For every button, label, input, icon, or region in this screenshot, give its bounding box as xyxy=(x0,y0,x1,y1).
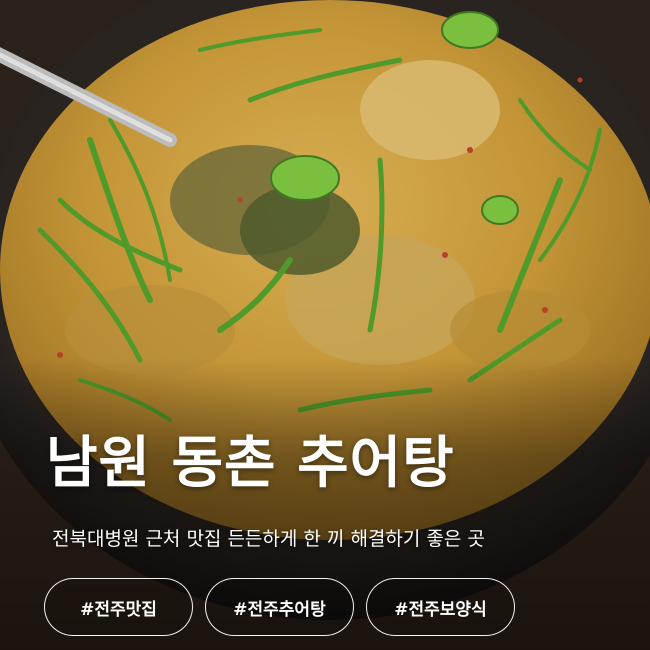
hashtag-pill[interactable]: #전주추어탕 xyxy=(205,578,354,636)
hashtag-pill[interactable]: #전주맛집 xyxy=(44,578,193,636)
subtitle: 전북대병원 근처 맛집 든든하게 한 끼 해결하기 좋은 곳 xyxy=(52,528,485,550)
page-title: 남원 동촌 추어탕 xyxy=(46,431,455,496)
hashtag-list: #전주맛집 #전주추어탕 #전주보양식 xyxy=(44,578,515,636)
thumbnail-card: 남원 동촌 추어탕 전북대병원 근처 맛집 든든하게 한 끼 해결하기 좋은 곳… xyxy=(0,0,650,650)
hashtag-pill[interactable]: #전주보양식 xyxy=(366,578,515,636)
photo-shade xyxy=(0,0,650,650)
